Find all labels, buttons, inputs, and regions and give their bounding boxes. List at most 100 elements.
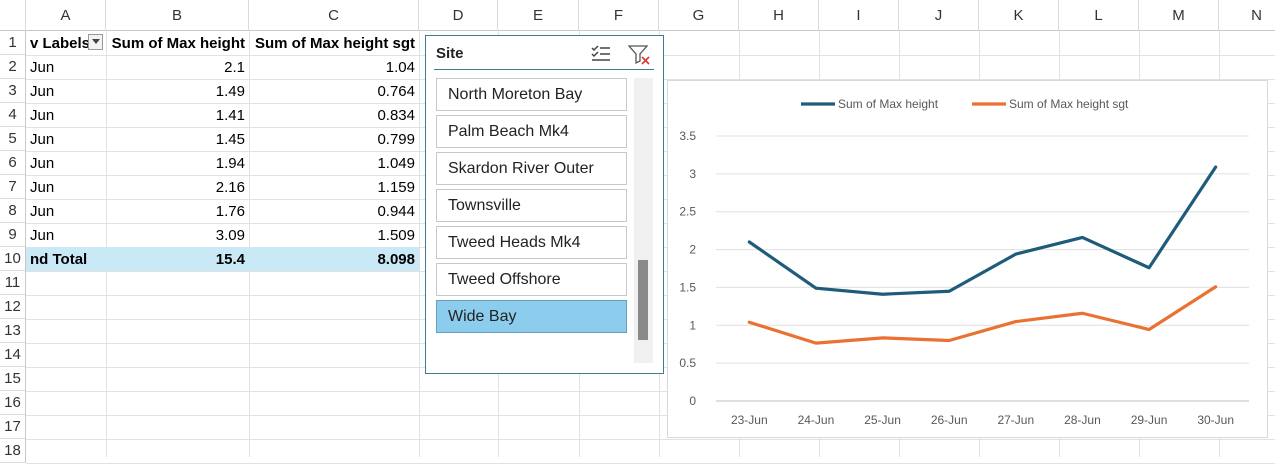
pivot-row-label[interactable]: Jun	[26, 199, 106, 223]
pivot-cell-max-height-sgt[interactable]: 1.159	[249, 175, 419, 199]
row-header-18[interactable]: 18	[0, 439, 26, 463]
y-tick-label: 0.5	[679, 356, 696, 370]
x-tick-label: 28-Jun	[1064, 413, 1101, 427]
x-tick-label: 24-Jun	[798, 413, 835, 427]
row-header-11[interactable]: 11	[0, 271, 26, 295]
row-header-4[interactable]: 4	[0, 103, 26, 127]
row-header-8[interactable]: 8	[0, 199, 26, 223]
select-all-corner[interactable]	[0, 0, 26, 31]
x-tick-label: 29-Jun	[1131, 413, 1168, 427]
pivot-row-label[interactable]: Jun	[26, 103, 106, 127]
column-header-h[interactable]: H	[739, 0, 819, 31]
pivot-cell-max-height[interactable]: 2.16	[106, 175, 249, 199]
clear-filter-button[interactable]	[627, 43, 651, 65]
pivot-row-label[interactable]: Jun	[26, 175, 106, 199]
row-header-17[interactable]: 17	[0, 415, 26, 439]
column-header-f[interactable]: F	[579, 0, 659, 31]
slicer-scrollbar[interactable]	[634, 78, 653, 363]
x-tick-label: 26-Jun	[931, 413, 968, 427]
line-chart[interactable]: 00.511.522.533.523-Jun24-Jun25-Jun26-Jun…	[667, 80, 1268, 438]
pivot-cell-max-height[interactable]: 1.45	[106, 127, 249, 151]
row-header-9[interactable]: 9	[0, 223, 26, 247]
pivot-cell-max-height[interactable]: 2.1	[106, 55, 249, 79]
column-header-n[interactable]: N	[1219, 0, 1275, 31]
multi-select-icon	[589, 43, 613, 65]
pivot-header-max-height[interactable]: Sum of Max height	[106, 31, 249, 55]
slicer-item[interactable]: Tweed Offshore	[436, 263, 627, 296]
row-header-1[interactable]: 1	[0, 31, 26, 55]
row-header-15[interactable]: 15	[0, 367, 26, 391]
grand-total-label[interactable]: nd Total	[26, 247, 106, 271]
slicer-title: Site	[436, 45, 464, 62]
pivot-cell-max-height-sgt[interactable]: 0.944	[249, 199, 419, 223]
series-line	[749, 167, 1215, 294]
row-header-5[interactable]: 5	[0, 127, 26, 151]
y-tick-label: 1.5	[679, 280, 696, 294]
pivot-cell-max-height[interactable]: 1.76	[106, 199, 249, 223]
column-header-j[interactable]: J	[899, 0, 979, 31]
grand-total-max-height-sgt[interactable]: 8.098	[249, 247, 419, 271]
chart-plot: 00.511.522.533.523-Jun24-Jun25-Jun26-Jun…	[668, 81, 1267, 437]
legend-label: Sum of Max height sgt	[1009, 97, 1129, 111]
slicer-header-divider	[434, 69, 654, 70]
y-tick-label: 3	[689, 167, 696, 181]
row-labels-filter-button[interactable]	[88, 34, 103, 50]
column-header-i[interactable]: I	[819, 0, 899, 31]
dropdown-arrow-icon	[92, 39, 100, 45]
column-header-l[interactable]: L	[1059, 0, 1139, 31]
pivot-row-label[interactable]: Jun	[26, 223, 106, 247]
pivot-cell-max-height-sgt[interactable]: 1.049	[249, 151, 419, 175]
pivot-cell-max-height-sgt[interactable]: 1.509	[249, 223, 419, 247]
slicer-item[interactable]: Townsville	[436, 189, 627, 222]
pivot-cell-max-height[interactable]: 3.09	[106, 223, 249, 247]
site-slicer[interactable]: Site North Moreton Bay Palm Beach Mk4 Skar…	[425, 35, 664, 374]
row-header-7[interactable]: 7	[0, 175, 26, 199]
pivot-cell-max-height[interactable]: 1.94	[106, 151, 249, 175]
x-tick-label: 30-Jun	[1197, 413, 1234, 427]
pivot-cell-max-height-sgt[interactable]: 0.834	[249, 103, 419, 127]
multi-select-button[interactable]	[589, 43, 613, 65]
row-header-10[interactable]: 10	[0, 247, 26, 271]
pivot-cell-max-height-sgt[interactable]: 0.764	[249, 79, 419, 103]
slicer-item[interactable]: Wide Bay	[436, 300, 627, 333]
row-header-12[interactable]: 12	[0, 295, 26, 319]
slicer-scrollbar-thumb[interactable]	[638, 260, 648, 340]
column-header-c[interactable]: C	[249, 0, 419, 31]
x-tick-label: 23-Jun	[731, 413, 768, 427]
column-header-b[interactable]: B	[106, 0, 249, 31]
slicer-item[interactable]: North Moreton Bay	[436, 78, 627, 111]
column-header-k[interactable]: K	[979, 0, 1059, 31]
column-header-a[interactable]: A	[26, 0, 106, 31]
gridline-vertical	[419, 31, 420, 457]
row-header-16[interactable]: 16	[0, 391, 26, 415]
slicer-item[interactable]: Skardon River Outer	[436, 152, 627, 185]
row-header-3[interactable]: 3	[0, 79, 26, 103]
row-header-6[interactable]: 6	[0, 151, 26, 175]
pivot-cell-max-height-sgt[interactable]: 0.799	[249, 127, 419, 151]
column-header-m[interactable]: M	[1139, 0, 1219, 31]
pivot-row-label[interactable]: Jun	[26, 127, 106, 151]
pivot-header-max-height-sgt[interactable]: Sum of Max height sgt	[249, 31, 419, 55]
pivot-cell-max-height[interactable]: 1.49	[106, 79, 249, 103]
row-header-14[interactable]: 14	[0, 343, 26, 367]
pivot-row-labels-header: v Labels	[26, 31, 88, 55]
pivot-cell-max-height[interactable]: 1.41	[106, 103, 249, 127]
y-tick-label: 0	[689, 394, 696, 408]
grand-total-max-height[interactable]: 15.4	[106, 247, 249, 271]
pivot-row-label[interactable]: Jun	[26, 79, 106, 103]
row-header-2[interactable]: 2	[0, 55, 26, 79]
pivot-cell-max-height-sgt[interactable]: 1.04	[249, 55, 419, 79]
column-header-d[interactable]: D	[419, 0, 498, 31]
series-line	[749, 287, 1215, 343]
row-header-13[interactable]: 13	[0, 319, 26, 343]
y-tick-label: 1	[689, 318, 696, 332]
pivot-row-label[interactable]: Jun	[26, 151, 106, 175]
x-tick-label: 27-Jun	[997, 413, 1034, 427]
slicer-item[interactable]: Palm Beach Mk4	[436, 115, 627, 148]
x-tick-label: 25-Jun	[864, 413, 901, 427]
slicer-item[interactable]: Tweed Heads Mk4	[436, 226, 627, 259]
column-header-g[interactable]: G	[659, 0, 739, 31]
y-tick-label: 2.5	[679, 205, 696, 219]
pivot-row-label[interactable]: Jun	[26, 55, 106, 79]
column-header-e[interactable]: E	[498, 0, 579, 31]
